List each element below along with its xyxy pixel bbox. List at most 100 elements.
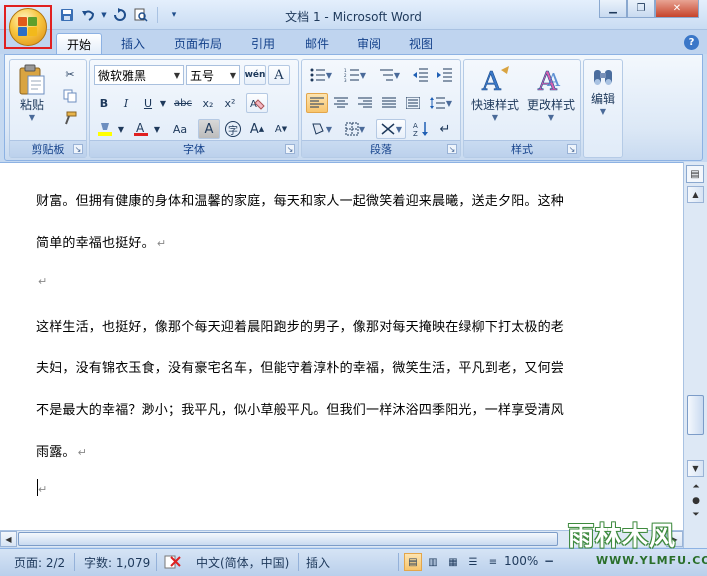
quick-styles-button[interactable]: A 快速样式 ▼ <box>468 64 522 122</box>
browse-object-icon[interactable]: ● <box>690 495 702 507</box>
vertical-scrollbar[interactable]: ▤ ▲ ▼ ⏶ ● ⏷ <box>683 162 707 548</box>
scroll-down-icon[interactable]: ▼ <box>687 460 704 477</box>
font-name-value: 微软雅黑 <box>98 68 147 83</box>
highlight-dropdown-icon[interactable]: ▼ <box>116 119 126 139</box>
align-center-icon[interactable] <box>330 93 352 113</box>
font-dialog-launcher[interactable]: ↘ <box>285 144 295 154</box>
superscript-button[interactable]: x² <box>220 93 240 113</box>
horizontal-scroll-thumb[interactable] <box>18 532 558 546</box>
font-size-select[interactable]: 五号 ▼ <box>186 65 240 85</box>
paste-button[interactable]: 粘贴 ▼ <box>16 64 48 122</box>
tab-mailings[interactable]: 邮件 <box>294 33 340 54</box>
language-indicator[interactable]: 中文(简体，中国) <box>196 554 289 571</box>
increase-indent-icon[interactable] <box>434 65 456 85</box>
full-screen-reading-view-icon[interactable]: ▥ <box>424 553 442 571</box>
ruler-toggle-icon[interactable]: ▤ <box>686 165 704 183</box>
numbering-icon[interactable]: 1 2 3 ▼ <box>340 65 370 85</box>
zoom-out-icon[interactable]: − <box>544 554 554 568</box>
font-name-select[interactable]: 微软雅黑 ▼ <box>94 65 184 85</box>
font-color-icon[interactable]: A <box>130 119 152 139</box>
paragraph-dialog-launcher[interactable]: ↘ <box>447 144 457 154</box>
char-shading-button[interactable]: A <box>198 119 220 139</box>
draft-view-icon[interactable]: ≡ <box>484 553 502 571</box>
grow-font-label: A <box>249 121 259 137</box>
web-layout-view-icon[interactable]: ▦ <box>444 553 462 571</box>
styles-dialog-launcher[interactable]: ↘ <box>567 144 577 154</box>
justify-icon[interactable] <box>378 93 400 113</box>
office-button[interactable] <box>4 5 52 49</box>
decrease-indent-icon[interactable] <box>410 65 432 85</box>
grow-font-button[interactable]: A ▲ <box>246 119 268 139</box>
paragraph-group-label: 段落 <box>302 140 460 157</box>
subscript-button[interactable]: x₂ <box>198 93 218 113</box>
clear-formatting-icon[interactable]: A <box>246 93 268 113</box>
svg-text:A: A <box>481 67 502 96</box>
change-styles-button[interactable]: AA 更改样式 ▼ <box>524 64 578 122</box>
outline-view-icon[interactable]: ☰ <box>464 553 482 571</box>
minimize-button[interactable]: ▁ <box>599 0 627 18</box>
highlight-icon[interactable] <box>94 119 116 139</box>
show-marks-icon[interactable]: ↵ <box>434 119 456 139</box>
change-case-button[interactable]: Aa <box>166 119 194 139</box>
sort-icon[interactable]: AZ <box>410 119 432 139</box>
chevron-down-icon: ▼ <box>229 70 237 80</box>
bullets-icon[interactable]: ▼ <box>306 65 336 85</box>
clipboard-dialog-launcher[interactable]: ↘ <box>73 144 83 154</box>
word-count[interactable]: 字数: 1,079 <box>84 554 150 571</box>
chinese-layout-icon[interactable]: ▼ <box>376 119 406 139</box>
help-icon[interactable]: ? <box>684 35 699 50</box>
format-painter-icon[interactable] <box>60 108 80 128</box>
italic-button[interactable]: I <box>116 93 136 113</box>
cut-icon[interactable]: ✂ <box>60 64 80 84</box>
close-button[interactable]: ✕ <box>655 0 699 18</box>
tab-review[interactable]: 审阅 <box>346 33 392 54</box>
underline-dropdown-icon[interactable]: ▼ <box>158 93 168 113</box>
paste-dropdown-icon[interactable]: ▼ <box>29 113 35 122</box>
document-page[interactable]: 财富。但拥有健康的身体和温馨的家庭，每天和家人一起微笑着迎来晨曦，送走夕阳。这种… <box>0 162 683 530</box>
paste-icon <box>16 64 48 96</box>
shading-icon[interactable]: ▼ <box>306 119 336 139</box>
tab-view[interactable]: 视图 <box>398 33 444 54</box>
phonetic-guide-button[interactable]: wén <box>244 65 266 85</box>
watermark-logo: 雨林木风 WWW.YLMFU.COM <box>562 510 707 572</box>
multilevel-list-icon[interactable]: ▼ <box>374 65 404 85</box>
align-right-icon[interactable] <box>354 93 376 113</box>
print-layout-view-icon[interactable]: ▤ <box>404 553 422 571</box>
enclose-chars-icon[interactable]: 字 <box>222 119 244 139</box>
shrink-font-button[interactable]: A ▼ <box>270 119 292 139</box>
font-color-dropdown-icon[interactable]: ▼ <box>152 119 162 139</box>
restore-button[interactable]: ❐ <box>627 0 655 18</box>
line-text: 不是最大的幸福？渺小；我平凡，似小草般平凡。但我们一样沐浴四季阳光，一样享受清风 <box>36 403 565 418</box>
proofing-icon[interactable] <box>164 554 182 573</box>
scroll-up-icon[interactable]: ▲ <box>687 186 704 203</box>
strikethrough-button[interactable]: abc <box>170 93 196 113</box>
char-border-button[interactable]: A <box>268 65 290 85</box>
page-count[interactable]: 页面: 2/2 <box>14 554 65 571</box>
copy-icon[interactable] <box>60 86 80 106</box>
tab-insert[interactable]: 插入 <box>110 33 156 54</box>
zoom-level[interactable]: 100% <box>504 554 538 568</box>
editing-button[interactable]: 编辑 ▼ <box>586 66 620 116</box>
editing-label: 编辑 <box>590 92 615 106</box>
ribbon-tabs: 开始 插入 页面布局 引用 邮件 审阅 视图 ? <box>0 30 707 54</box>
binoculars-icon <box>591 66 615 90</box>
borders-icon[interactable]: ▼ <box>340 119 370 139</box>
tab-page-layout[interactable]: 页面布局 <box>166 33 230 54</box>
window-controls: ▁ ❐ ✕ <box>599 0 699 18</box>
title-bar: ▼ ▾ 文档 1 - Microsoft Word ▁ ❐ ✕ <box>0 0 707 30</box>
align-left-icon[interactable] <box>306 93 328 113</box>
scroll-left-icon[interactable]: ◀ <box>0 531 17 547</box>
tab-home[interactable]: 开始 <box>56 33 102 54</box>
previous-page-icon[interactable]: ⏶ <box>690 481 702 493</box>
chevron-down-icon: ▼ <box>173 70 181 80</box>
styles-group: A 快速样式 ▼ AA 更改样式 ▼ 样式 ↘ <box>463 59 581 158</box>
paragraph-line: 雨露。 ↵ <box>36 441 87 460</box>
vertical-scroll-thumb[interactable] <box>687 395 704 435</box>
insert-mode-indicator[interactable]: 插入 <box>306 554 330 571</box>
paragraph-group: ▼ 1 2 3 ▼ ▼ ▼ ▼ ▼ ▼ A Z ↵ 段落 ↘ <box>301 59 461 158</box>
underline-button[interactable]: U <box>138 93 158 113</box>
tab-references[interactable]: 引用 <box>240 33 286 54</box>
line-spacing-icon[interactable]: ▼ <box>426 93 456 113</box>
bold-button[interactable]: B <box>94 93 114 113</box>
distributed-icon[interactable] <box>402 93 424 113</box>
